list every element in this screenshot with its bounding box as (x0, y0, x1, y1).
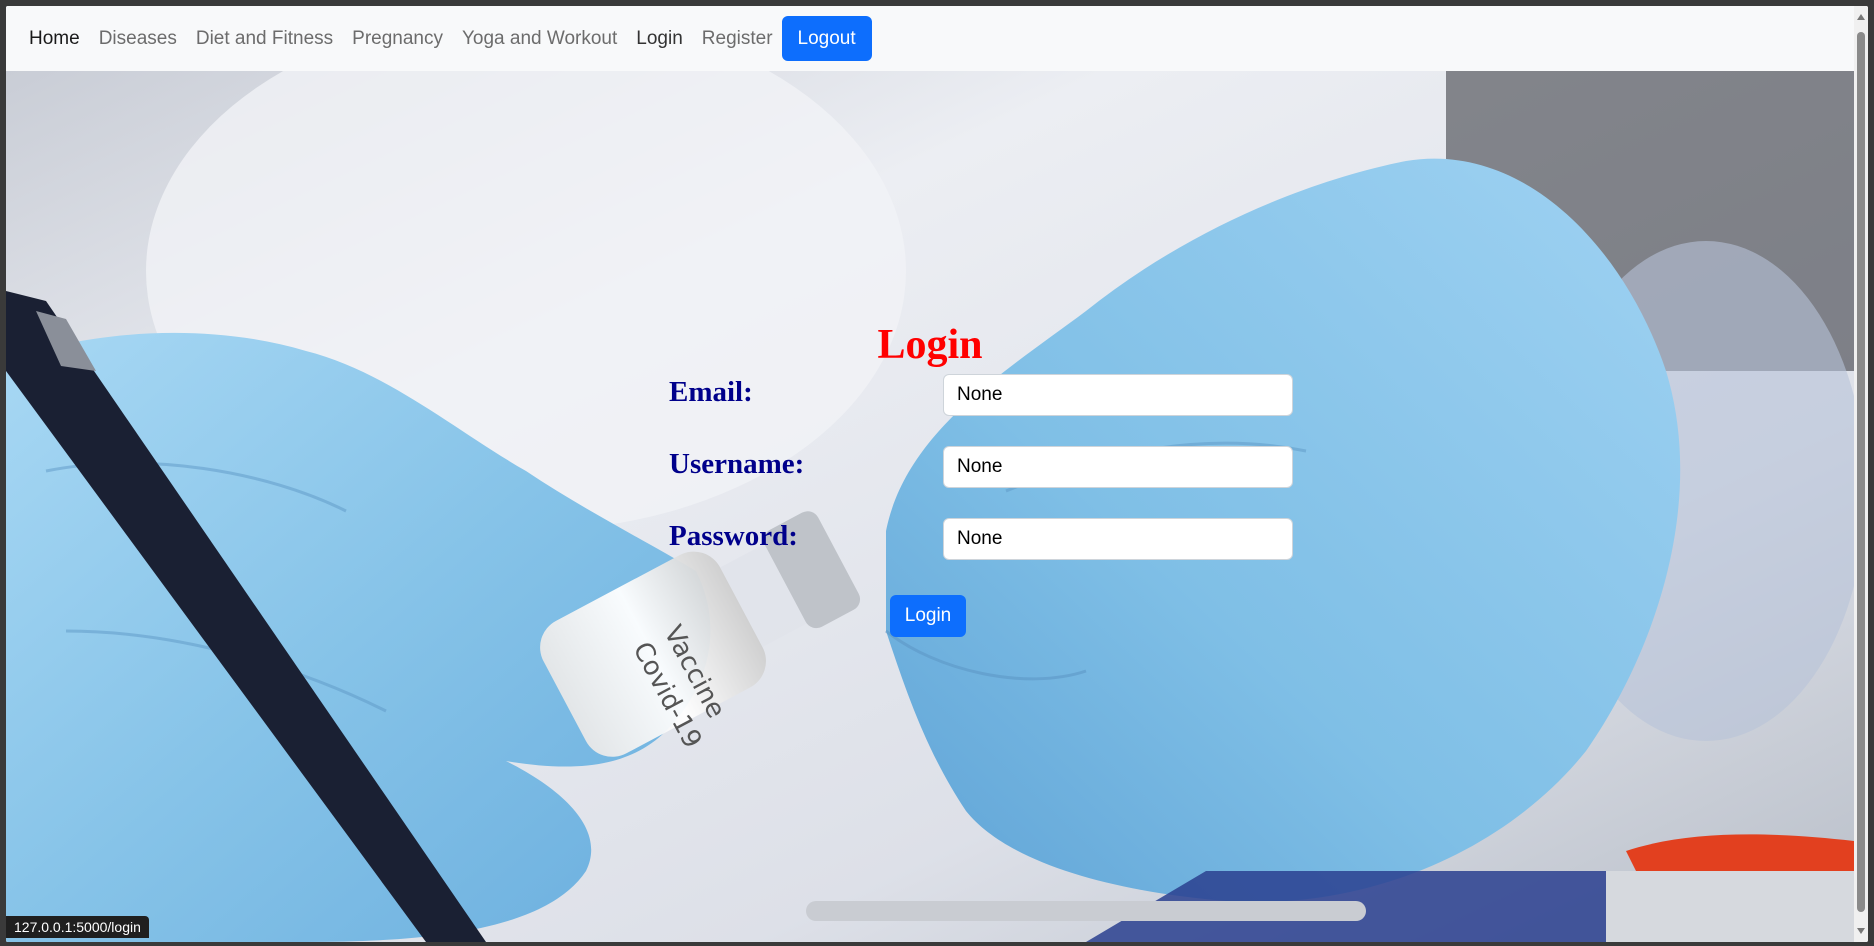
top-navbar: Home Diseases Diet and Fitness Pregnancy… (6, 6, 1854, 71)
email-label: Email: (669, 376, 753, 408)
vertical-scrollbar[interactable] (1854, 6, 1868, 942)
nav-home[interactable]: Home (29, 28, 80, 50)
password-label: Password: (669, 520, 798, 552)
hero-background: Vaccine Covid-19 Login Email: Username: … (6, 71, 1854, 942)
nav-yoga-and-workout[interactable]: Yoga and Workout (462, 28, 617, 50)
email-field[interactable] (943, 374, 1293, 416)
status-bar-url: 127.0.0.1:5000/login (6, 916, 149, 938)
browser-window: Vaccine Covid-19 Login Email: Username: … (6, 6, 1868, 942)
nav-diseases[interactable]: Diseases (99, 28, 177, 50)
scroll-down-icon[interactable] (1857, 928, 1865, 934)
vaccine-gloves-photo: Vaccine Covid-19 (6, 71, 1854, 942)
login-submit-button[interactable]: Login (890, 595, 966, 637)
scroll-up-icon[interactable] (1857, 14, 1865, 20)
nav-pregnancy[interactable]: Pregnancy (352, 28, 443, 50)
password-field[interactable] (943, 518, 1293, 560)
nav-diet-and-fitness[interactable]: Diet and Fitness (196, 28, 333, 50)
username-field[interactable] (943, 446, 1293, 488)
nav-login[interactable]: Login (636, 28, 683, 50)
nav-register[interactable]: Register (702, 28, 773, 50)
logout-button[interactable]: Logout (781, 16, 872, 61)
login-title: Login (877, 322, 983, 368)
username-label: Username: (669, 448, 805, 480)
scroll-thumb[interactable] (1857, 32, 1865, 912)
